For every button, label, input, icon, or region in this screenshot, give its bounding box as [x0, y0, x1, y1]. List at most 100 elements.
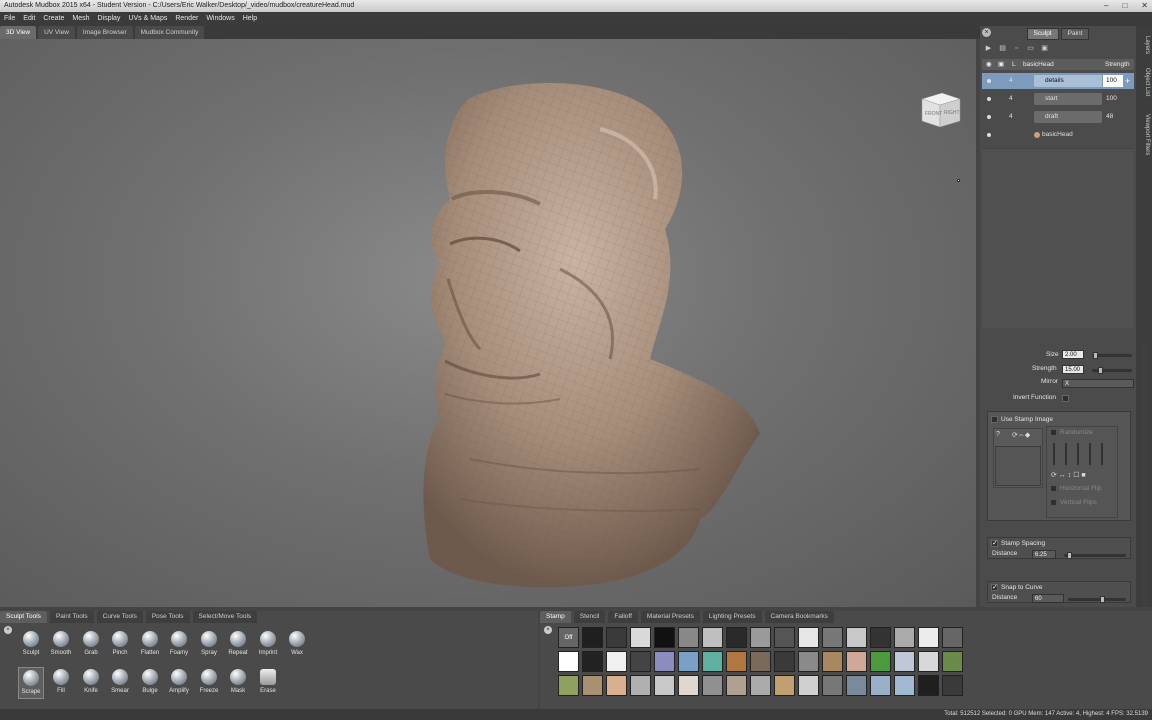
tab-select-move-tools[interactable]: Select/Move Tools	[192, 611, 258, 623]
layer-row-start[interactable]: 4 start 100	[982, 91, 1134, 107]
tab-pose-tools[interactable]: Pose Tools	[145, 611, 190, 623]
view-cube[interactable]: FRONT RIGHT	[918, 91, 962, 129]
tool-flatten[interactable]: Flatten	[137, 629, 163, 661]
layer-row-details[interactable]: 4 details 100 +	[982, 73, 1134, 89]
eye-icon[interactable]	[987, 79, 991, 83]
stamp-swatch[interactable]	[846, 627, 867, 648]
layer-strength[interactable]: 100	[1103, 75, 1123, 87]
tab-stencil[interactable]: Stencil	[573, 611, 606, 623]
menu-mesh[interactable]: Mesh	[68, 12, 93, 26]
stamp-swatch[interactable]	[846, 651, 867, 672]
stamp-swatch[interactable]	[774, 627, 795, 648]
randomize-checkbox[interactable]	[1050, 429, 1057, 436]
distance-slider[interactable]	[1064, 552, 1126, 559]
tab-material-presets[interactable]: Material Presets	[640, 611, 700, 623]
stamp-swatch[interactable]	[654, 627, 675, 648]
stamp-swatch[interactable]	[774, 675, 795, 696]
tab-image-browser[interactable]: Image Browser	[76, 26, 133, 39]
layer-name[interactable]: details	[1034, 75, 1102, 87]
distance-field[interactable]: 6.25	[1032, 550, 1056, 559]
tab-stamp[interactable]: Stamp	[540, 611, 571, 623]
stamp-swatch[interactable]	[798, 651, 819, 672]
snap-to-curve-checkbox[interactable]: ✓	[991, 584, 998, 591]
vertical-flips-checkbox[interactable]	[1050, 499, 1057, 506]
stamp-swatch[interactable]	[726, 675, 747, 696]
tab-paint-layers[interactable]: Paint	[1060, 28, 1090, 40]
stamp-swatch[interactable]	[558, 651, 579, 672]
stamp-off-swatch[interactable]: Off	[558, 627, 579, 648]
slider-knob[interactable]	[1100, 596, 1105, 603]
layer-name[interactable]: draft	[1034, 111, 1102, 123]
merge-icon[interactable]: ▣	[1040, 44, 1049, 53]
stamp-spacing-checkbox[interactable]: ✓	[991, 540, 998, 547]
size-field[interactable]: 2.00	[1062, 350, 1084, 359]
flip-tools-icons[interactable]: ⟳ ↔ ↕ ☐ ■	[1051, 471, 1086, 479]
horizontal-flip-checkbox[interactable]	[1050, 485, 1057, 492]
mirror-dropdown[interactable]: X	[1062, 379, 1134, 388]
menu-windows[interactable]: Windows	[202, 12, 238, 26]
stamp-swatch[interactable]	[702, 627, 723, 648]
tool-grab[interactable]: Grab	[78, 629, 104, 661]
stamp-swatch[interactable]	[630, 627, 651, 648]
tool-smooth[interactable]: Smooth	[48, 629, 74, 661]
strength-slider[interactable]	[1092, 367, 1132, 374]
tab-falloff[interactable]: Falloff	[608, 611, 638, 623]
menu-render[interactable]: Render	[171, 12, 202, 26]
stamp-swatch[interactable]	[798, 675, 819, 696]
tab-lighting-presets[interactable]: Lighting Presets	[702, 611, 762, 623]
tool-sculpt[interactable]: Sculpt	[18, 629, 44, 661]
tool-bulge[interactable]: Bulge	[137, 667, 163, 699]
rotate-icons[interactable]: ⟳⇔◆	[1012, 431, 1030, 439]
strength-field[interactable]: 15.00	[1062, 365, 1084, 374]
stamp-swatch[interactable]	[630, 675, 651, 696]
stamp-swatch[interactable]	[894, 651, 915, 672]
folder-icon[interactable]: ▤	[998, 44, 1007, 53]
tool-mask[interactable]: Mask	[225, 667, 251, 699]
menu-file[interactable]: File	[0, 12, 19, 26]
tool-pinch[interactable]: Pinch	[107, 629, 133, 661]
layer-row-draft[interactable]: 4 draft 48	[982, 109, 1134, 125]
slider-knob[interactable]	[1067, 552, 1072, 559]
slider-knob[interactable]	[1098, 367, 1103, 374]
menu-uvs-maps[interactable]: UVs & Maps	[124, 12, 171, 26]
tool-foamy[interactable]: Foamy	[166, 629, 192, 661]
new-layer-icon[interactable]: ▶	[984, 44, 993, 53]
stamp-swatch[interactable]	[606, 651, 627, 672]
stamp-swatch[interactable]	[654, 675, 675, 696]
stamp-swatch[interactable]	[702, 651, 723, 672]
eye-icon[interactable]	[987, 133, 991, 137]
stamp-swatch[interactable]	[750, 627, 771, 648]
stamp-swatch[interactable]	[750, 651, 771, 672]
stamp-swatch[interactable]	[894, 675, 915, 696]
tool-imprint[interactable]: Imprint	[255, 629, 281, 661]
tool-fill[interactable]: Fill	[48, 667, 74, 699]
use-stamp-image-checkbox[interactable]	[991, 416, 998, 423]
properties-scrollbar[interactable]	[1142, 345, 1148, 607]
stamp-swatch[interactable]	[678, 651, 699, 672]
tab-mudbox-community[interactable]: Mudbox Community	[134, 26, 205, 39]
add-icon[interactable]: +	[1125, 75, 1130, 87]
stamp-swatch[interactable]	[558, 675, 579, 696]
tool-knife[interactable]: Knife	[78, 667, 104, 699]
menu-edit[interactable]: Edit	[19, 12, 39, 26]
stamp-swatch[interactable]	[918, 651, 939, 672]
base-layer-name[interactable]: basicHead	[1042, 127, 1073, 143]
stamp-swatch[interactable]	[582, 627, 603, 648]
tab-paint-tools[interactable]: Paint Tools	[49, 611, 94, 623]
tab-3d-view[interactable]: 3D View	[0, 26, 37, 39]
stamp-swatch[interactable]	[654, 651, 675, 672]
stamp-swatch[interactable]	[606, 627, 627, 648]
tab-sculpt-tools[interactable]: Sculpt Tools	[0, 611, 47, 623]
tab-uv-view[interactable]: UV View	[38, 26, 75, 39]
minimize-button[interactable]: –	[1104, 0, 1108, 12]
layer-name[interactable]: start	[1034, 93, 1102, 105]
snap-distance-slider[interactable]	[1068, 596, 1126, 603]
tab-layers[interactable]: Layers	[1138, 32, 1150, 58]
stamp-swatch[interactable]	[918, 675, 939, 696]
tab-object-list[interactable]: Object List	[1138, 64, 1150, 100]
slider-knob[interactable]	[1093, 352, 1098, 359]
tab-curve-tools[interactable]: Curve Tools	[96, 611, 143, 623]
stamp-swatch[interactable]	[678, 627, 699, 648]
stamp-swatch[interactable]	[582, 651, 603, 672]
tab-viewport-filters[interactable]: Viewport Filters	[1138, 110, 1150, 160]
